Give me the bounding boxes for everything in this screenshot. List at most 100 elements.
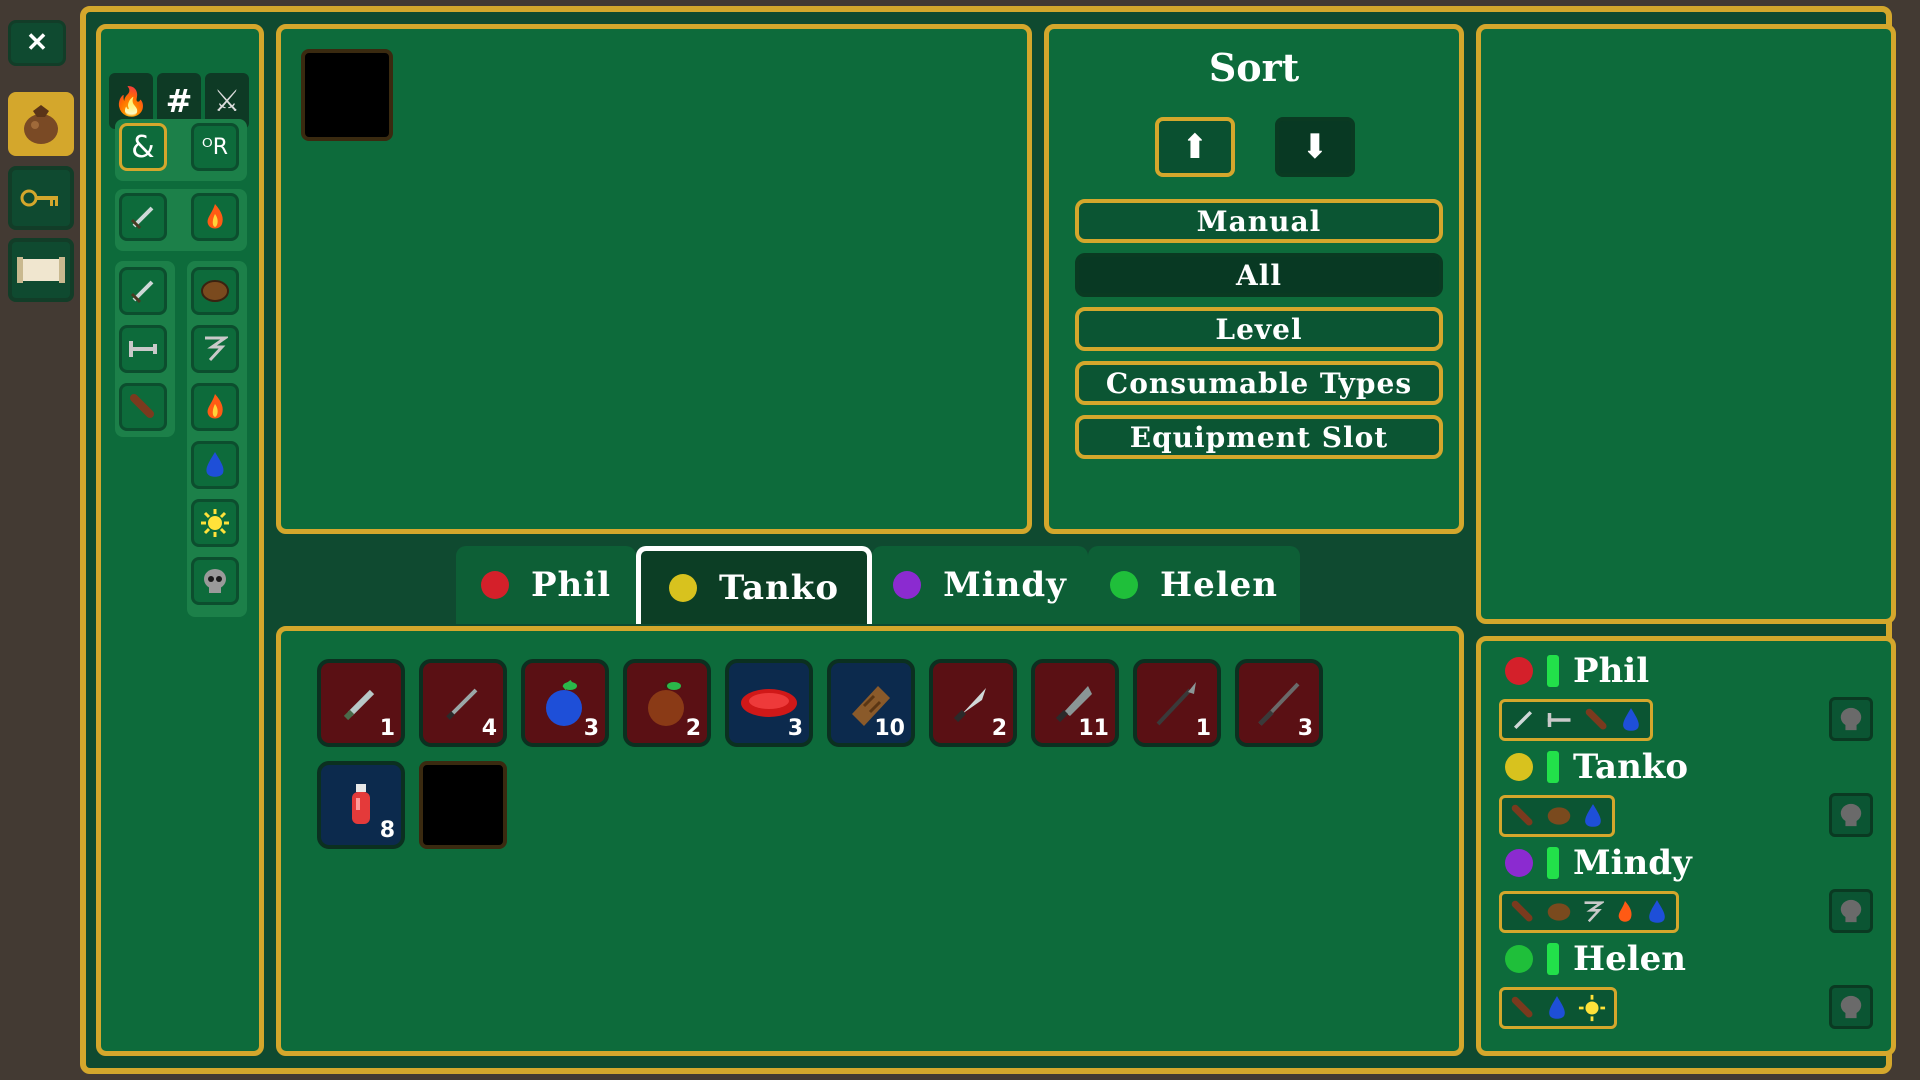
mindy-skull-button[interactable] (1829, 889, 1873, 933)
item-count: 10 (874, 716, 905, 741)
skull-icon (1840, 995, 1862, 1019)
party-panel: Phil Tanko Mindy Helen (1476, 636, 1896, 1056)
inventory-empty-slot[interactable] (419, 761, 507, 849)
filter-element-group (187, 261, 247, 617)
filter-club-button[interactable] (119, 383, 167, 431)
nav-key-button[interactable] (8, 166, 74, 230)
inventory-item-cleaver[interactable]: 11 (1031, 659, 1119, 747)
filter-and-button[interactable]: & (119, 123, 167, 171)
tanko-skull-button[interactable] (1829, 793, 1873, 837)
club-icon (130, 394, 154, 418)
tornado-icon (1584, 901, 1604, 923)
skull-icon (1840, 803, 1862, 827)
tab-phil[interactable]: Phil (456, 546, 636, 624)
helen-skull-button[interactable] (1829, 985, 1873, 1029)
item-count: 11 (1078, 716, 1109, 741)
sort-all-button[interactable]: All (1075, 253, 1443, 297)
filter-skull-button[interactable] (191, 557, 239, 605)
sort-ascending-button[interactable]: ⬆ (1155, 117, 1235, 177)
tab-label: Tanko (718, 567, 840, 608)
club-icon (1511, 996, 1533, 1018)
hammer-icon (1547, 713, 1571, 727)
item-count: 3 (787, 716, 803, 741)
filter-water-button[interactable] (191, 441, 239, 489)
water-icon (1623, 708, 1639, 731)
and-icon: & (131, 129, 155, 165)
nav-bag-button[interactable] (8, 92, 74, 156)
filter-sun-button[interactable] (191, 499, 239, 547)
close-button[interactable]: ✕ (8, 20, 66, 66)
shield-icon (1547, 903, 1571, 921)
mindy-slime-icon (1505, 849, 1533, 877)
inventory-item-blueberry[interactable]: 3 (521, 659, 609, 747)
scroll-icon (17, 257, 65, 283)
phil-abilities[interactable] (1499, 699, 1653, 741)
tab-label: Helen (1159, 565, 1279, 605)
sword-icon (1513, 710, 1533, 730)
filter-tornado-button[interactable] (191, 325, 239, 373)
skull-icon (1840, 707, 1862, 731)
filter-fire-button[interactable] (191, 193, 239, 241)
item-count: 1 (379, 716, 395, 741)
inventory-item-potion[interactable]: 8 (317, 761, 405, 849)
sort-manual-button[interactable]: Manual (1075, 199, 1443, 243)
filter-sword-button[interactable] (119, 193, 167, 241)
tab-tanko[interactable]: Tanko (636, 546, 872, 624)
sort-consumable-types-button[interactable]: Consumable Types (1075, 361, 1443, 405)
arrow-down-icon: ⬇ (1300, 127, 1330, 167)
water-icon (206, 452, 224, 477)
fire-icon (207, 204, 223, 229)
inventory-item-apple[interactable]: 2 (623, 659, 711, 747)
inventory-item-dagger[interactable]: 1 (317, 659, 405, 747)
tab-label: Mindy (943, 565, 1067, 605)
helen-abilities[interactable] (1499, 987, 1617, 1029)
tab-helen[interactable]: Helen (1088, 546, 1300, 624)
inventory-item-lance[interactable]: 3 (1235, 659, 1323, 747)
nav-scroll-button[interactable] (8, 238, 74, 302)
party-member-phil[interactable]: Phil (1505, 651, 1649, 691)
helen-slime-icon (1109, 571, 1138, 599)
filter-equip-group (115, 261, 175, 437)
filter-or-button[interactable]: ᴼR (191, 123, 239, 171)
tanko-abilities[interactable] (1499, 795, 1615, 837)
phil-slime-icon (1505, 657, 1533, 685)
filter-fire-button-2[interactable] (191, 383, 239, 431)
filter-shield-button[interactable] (191, 267, 239, 315)
mindy-abilities[interactable] (1499, 891, 1679, 933)
club-icon (1511, 804, 1533, 826)
health-bar (1547, 751, 1559, 783)
filter-type-group (115, 189, 247, 251)
sort-equipment-slot-button[interactable]: Equipment Slot (1075, 415, 1443, 459)
sort-level-button[interactable]: Level (1075, 307, 1443, 351)
dagger-icon (343, 689, 375, 721)
preview-slot[interactable] (301, 49, 393, 141)
filter-hammer-button[interactable] (119, 325, 167, 373)
phil-skull-button[interactable] (1829, 697, 1873, 741)
health-bar (1547, 655, 1559, 687)
party-member-mindy[interactable]: Mindy (1505, 843, 1692, 883)
sword-icon (130, 280, 154, 304)
inventory-item-bread[interactable]: 10 (827, 659, 915, 747)
inventory-item-knife[interactable]: 4 (419, 659, 507, 747)
water-icon (1649, 900, 1665, 923)
inventory-item-blade[interactable]: 2 (929, 659, 1017, 747)
item-count: 1 (1195, 716, 1211, 741)
detail-panel (1476, 24, 1896, 624)
member-name: Mindy (1573, 843, 1692, 883)
water-icon (1549, 996, 1565, 1019)
arrow-up-icon: ⬆ (1180, 127, 1210, 167)
shield-icon (201, 280, 229, 302)
filter-sword-button-2[interactable] (119, 267, 167, 315)
party-member-tanko[interactable]: Tanko (1505, 747, 1688, 787)
knife-icon (446, 688, 478, 720)
health-bar (1547, 943, 1559, 975)
party-member-helen[interactable]: Helen (1505, 939, 1686, 979)
tab-mindy[interactable]: Mindy (872, 546, 1088, 624)
inventory-item-spear[interactable]: 1 (1133, 659, 1221, 747)
key-icon (20, 189, 58, 207)
member-name: Helen (1573, 939, 1687, 979)
sort-descending-button[interactable]: ⬇ (1275, 117, 1355, 177)
member-name: Phil (1573, 651, 1650, 691)
inventory-item-meat[interactable]: 3 (725, 659, 813, 747)
filter-logic-group: & ᴼR (115, 119, 247, 181)
